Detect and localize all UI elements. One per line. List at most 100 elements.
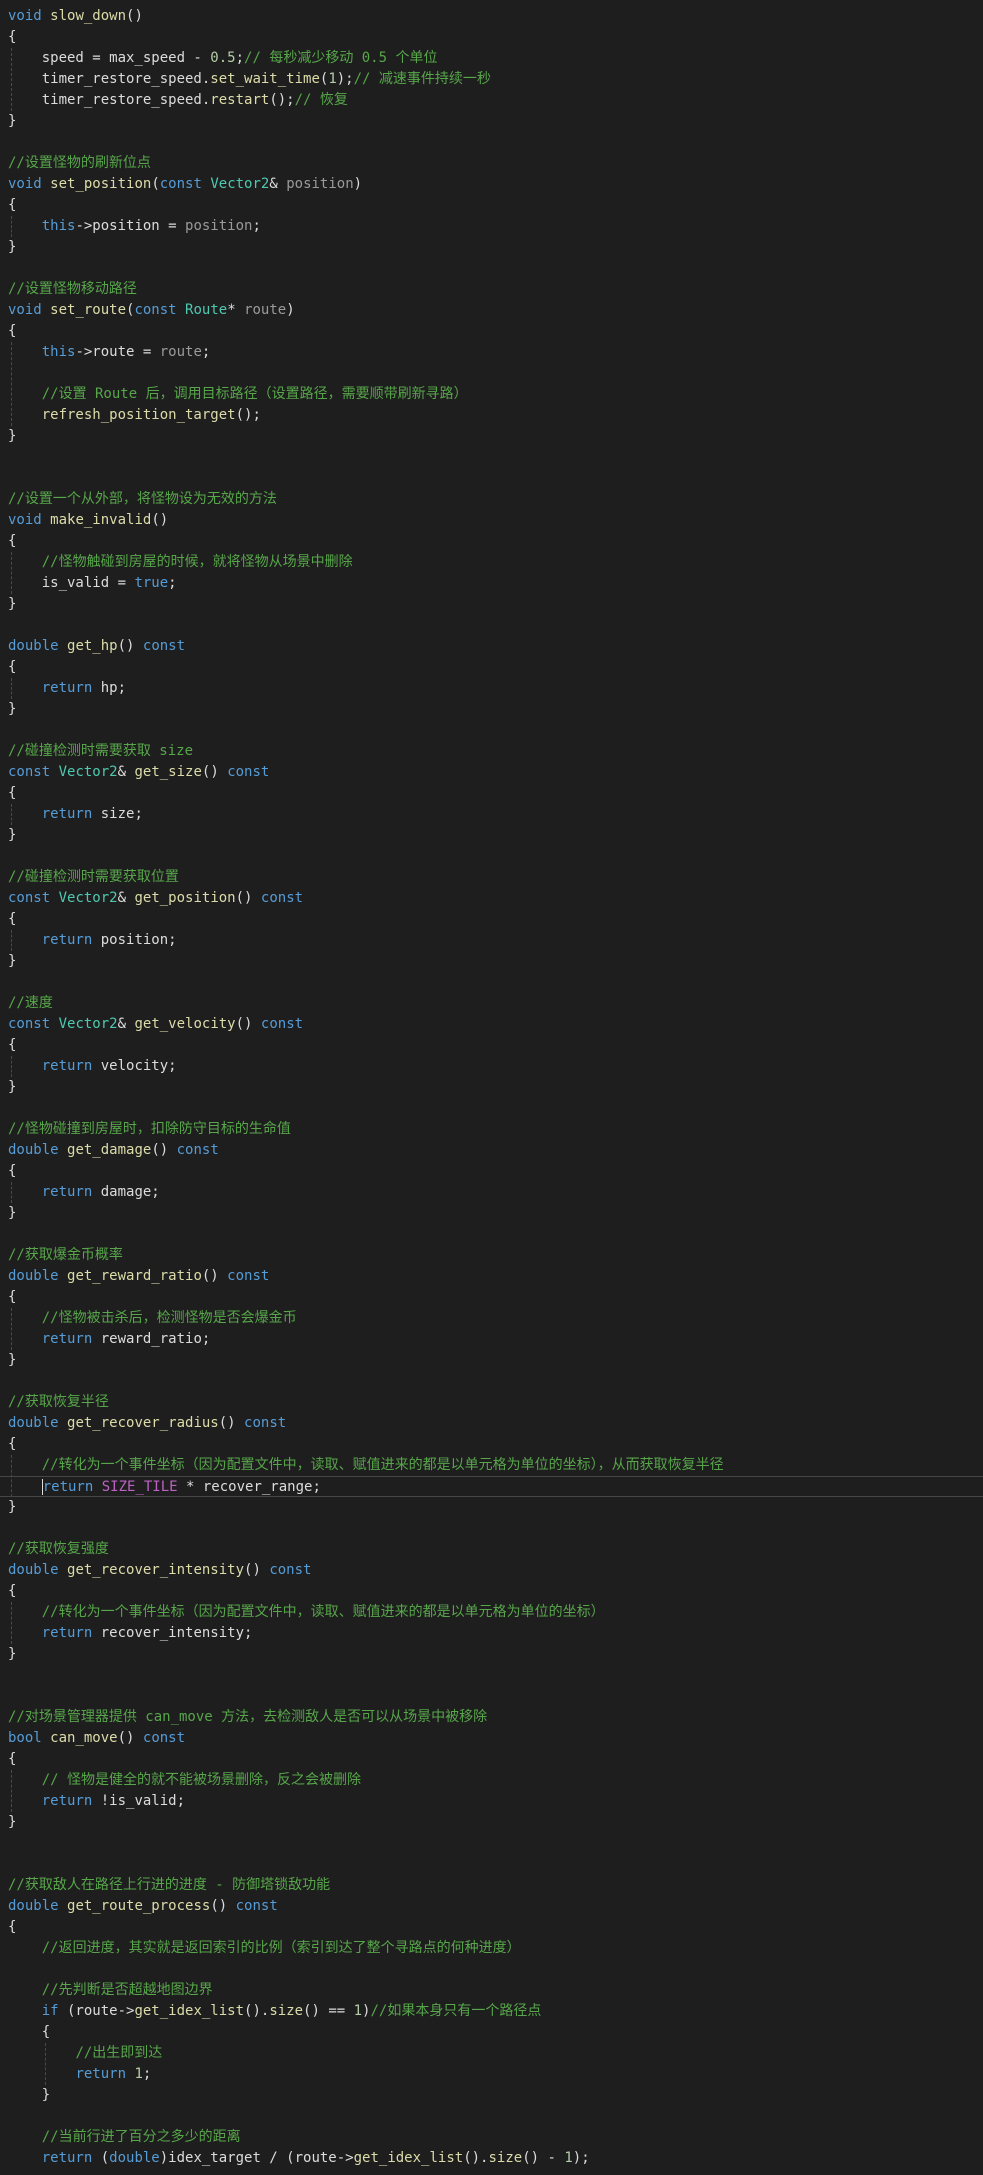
code-line[interactable]: return velocity; (8, 1056, 177, 1077)
code-line[interactable]: } (8, 1203, 16, 1224)
code-line[interactable]: // 怪物是健全的就不能被场景删除，反之会被删除 (8, 1770, 361, 1791)
code-line[interactable]: { (8, 1287, 16, 1308)
code-line[interactable]: } (8, 951, 16, 972)
code-line[interactable]: } (8, 1497, 16, 1518)
code-line[interactable]: } (8, 699, 16, 720)
code-line[interactable]: } (8, 1077, 16, 1098)
code-line[interactable]: //返回进度，其实就是返回索引的比例（索引到达了整个寻路点的何种进度） (8, 1938, 521, 1959)
code-line[interactable]: //设置一个从外部，将怪物设为无效的方法 (8, 489, 277, 510)
code-line[interactable]: return (double)idex_target / (route->get… (8, 2148, 590, 2169)
code-line[interactable]: return reward_ratio; (8, 1329, 211, 1350)
code-line[interactable]: return position; (8, 930, 177, 951)
code-line[interactable]: { (8, 321, 16, 342)
code-line[interactable]: this->position = position; (8, 216, 261, 237)
code-line[interactable]: //速度 (8, 993, 53, 1014)
code-line[interactable]: return 1; (8, 2064, 151, 2085)
code-line[interactable]: //设置怪物移动路径 (8, 279, 137, 300)
code-line[interactable]: void set_route(const Route* route) (8, 300, 295, 321)
code-line[interactable]: //怪物触碰到房屋的时候，就将怪物从场景中删除 (8, 552, 353, 573)
code-line[interactable]: const Vector2& get_size() const (8, 762, 269, 783)
code-token: { (8, 1037, 17, 1053)
code-line[interactable]: //当前行进了百分之多少的距离 (8, 2127, 241, 2148)
code-editor[interactable]: void slow_down(){ speed = max_speed - 0.… (0, 0, 983, 2175)
code-line[interactable]: } (8, 1812, 16, 1833)
code-line[interactable]: void set_position(const Vector2& positio… (8, 174, 362, 195)
code-line[interactable]: //出生即到达 (8, 2043, 162, 2064)
keyword-token: const (269, 1562, 312, 1578)
code-line[interactable]: is_valid = true; (8, 573, 177, 594)
code-line[interactable]: } (8, 237, 16, 258)
code-line[interactable]: double get_reward_ratio() const (8, 1266, 269, 1287)
code-line[interactable]: { (8, 1161, 16, 1182)
code-line[interactable]: { (8, 531, 16, 552)
code-line[interactable]: { (8, 783, 16, 804)
code-line[interactable]: { (8, 1434, 16, 1455)
code-token: () (151, 512, 169, 528)
code-line[interactable]: return recover_intensity; (8, 1623, 253, 1644)
code-line[interactable]: refresh_position_target(); (8, 405, 261, 426)
code-line[interactable]: { (8, 657, 16, 678)
function-token: slow_down (50, 8, 127, 24)
code-line[interactable]: { (8, 27, 16, 48)
code-line[interactable]: //设置怪物的刷新位点 (8, 153, 151, 174)
code-line[interactable]: double get_damage() const (8, 1140, 219, 1161)
code-line[interactable]: { (8, 2022, 50, 2043)
code-line[interactable]: //怪物被击杀后，检测怪物是否会爆金币 (8, 1308, 297, 1329)
keyword-token: const (159, 176, 202, 192)
code-line[interactable]: { (8, 1581, 16, 1602)
code-line[interactable]: //获取敌人在路径上行进的进度 - 防御塔锁敌功能 (8, 1875, 330, 1896)
code-line[interactable]: } (8, 1350, 16, 1371)
code-line[interactable]: //获取恢复强度 (8, 1539, 109, 1560)
code-token: ) (353, 176, 363, 192)
code-line[interactable]: //碰撞检测时需要获取位置 (8, 867, 179, 888)
code-line[interactable]: if (route->get_idex_list().size() == 1)/… (8, 2001, 542, 2022)
code-line[interactable]: timer_restore_speed.set_wait_time(1);// … (8, 69, 491, 90)
code-line[interactable]: //设置 Route 后，调用目标路径（设置路径，需要顺带刷新寻路） (8, 384, 468, 405)
function-token: set_route (50, 302, 127, 318)
code-line[interactable]: return !is_valid; (8, 1791, 185, 1812)
code-line[interactable]: return hp; (8, 678, 126, 699)
code-line[interactable]: bool can_move() const (8, 1728, 185, 1749)
code-line[interactable]: return damage; (8, 1182, 160, 1203)
code-line[interactable]: double get_route_process() const (8, 1896, 278, 1917)
keyword-token: return (41, 1625, 93, 1641)
code-line[interactable]: double get_recover_radius() const (8, 1413, 286, 1434)
code-line[interactable]: //转化为一个事件坐标（因为配置文件中，读取、赋值进来的都是以单元格为单位的坐标… (8, 1455, 724, 1476)
code-line[interactable]: return size; (8, 804, 143, 825)
code-line[interactable]: } (8, 1644, 16, 1665)
code-line[interactable]: timer_restore_speed.restart();// 恢复 (8, 90, 348, 111)
code-line[interactable]: void make_invalid() (8, 510, 168, 531)
code-line[interactable]: //先判断是否超越地图边界 (8, 1980, 213, 2001)
comment-token: //碰撞检测时需要获取 size (8, 743, 194, 759)
code-line[interactable]: this->route = route; (8, 342, 211, 363)
comment-token: //如果本身只有一个路径点 (370, 2003, 542, 2019)
code-line[interactable]: //获取恢复半径 (8, 1392, 109, 1413)
code-line[interactable]: } (8, 825, 16, 846)
code-line[interactable]: speed = max_speed - 0.5;// 每秒减少移动 0.5 个单… (8, 48, 438, 69)
code-token: (); (269, 92, 295, 108)
code-line[interactable]: const Vector2& get_velocity() const (8, 1014, 303, 1035)
keyword-token: void (8, 512, 42, 528)
code-line[interactable]: { (8, 1035, 16, 1056)
code-line[interactable]: //碰撞检测时需要获取 size (8, 741, 193, 762)
current-code-line[interactable]: return SIZE_TILE * recover_range; (0, 1476, 983, 1497)
code-line[interactable]: double get_recover_intensity() const (8, 1560, 311, 1581)
code-line[interactable]: { (8, 909, 16, 930)
code-line[interactable]: { (8, 1917, 16, 1938)
code-line[interactable]: //获取爆金币概率 (8, 1245, 123, 1266)
code-line[interactable]: const Vector2& get_position() const (8, 888, 303, 909)
code-line[interactable]: } (8, 426, 16, 447)
code-line[interactable]: { (8, 1749, 16, 1770)
code-line[interactable]: } (8, 2085, 50, 2106)
code-line[interactable]: } (8, 111, 16, 132)
code-line[interactable]: } (8, 594, 16, 615)
code-token: hp; (92, 680, 127, 696)
code-line[interactable]: double get_hp() const (8, 636, 185, 657)
code-line[interactable]: { (8, 195, 16, 216)
code-line[interactable]: //对场景管理器提供 can_move 方法，去检测敌人是否可以从场景中被移除 (8, 1707, 487, 1728)
code-line[interactable]: //怪物碰撞到房屋时，扣除防守目标的生命值 (8, 1119, 291, 1140)
code-line[interactable]: //转化为一个事件坐标（因为配置文件中，读取、赋值进来的都是以单元格为单位的坐标… (8, 1602, 605, 1623)
code-token: { (8, 1163, 17, 1179)
code-line[interactable]: void slow_down() (8, 6, 143, 27)
